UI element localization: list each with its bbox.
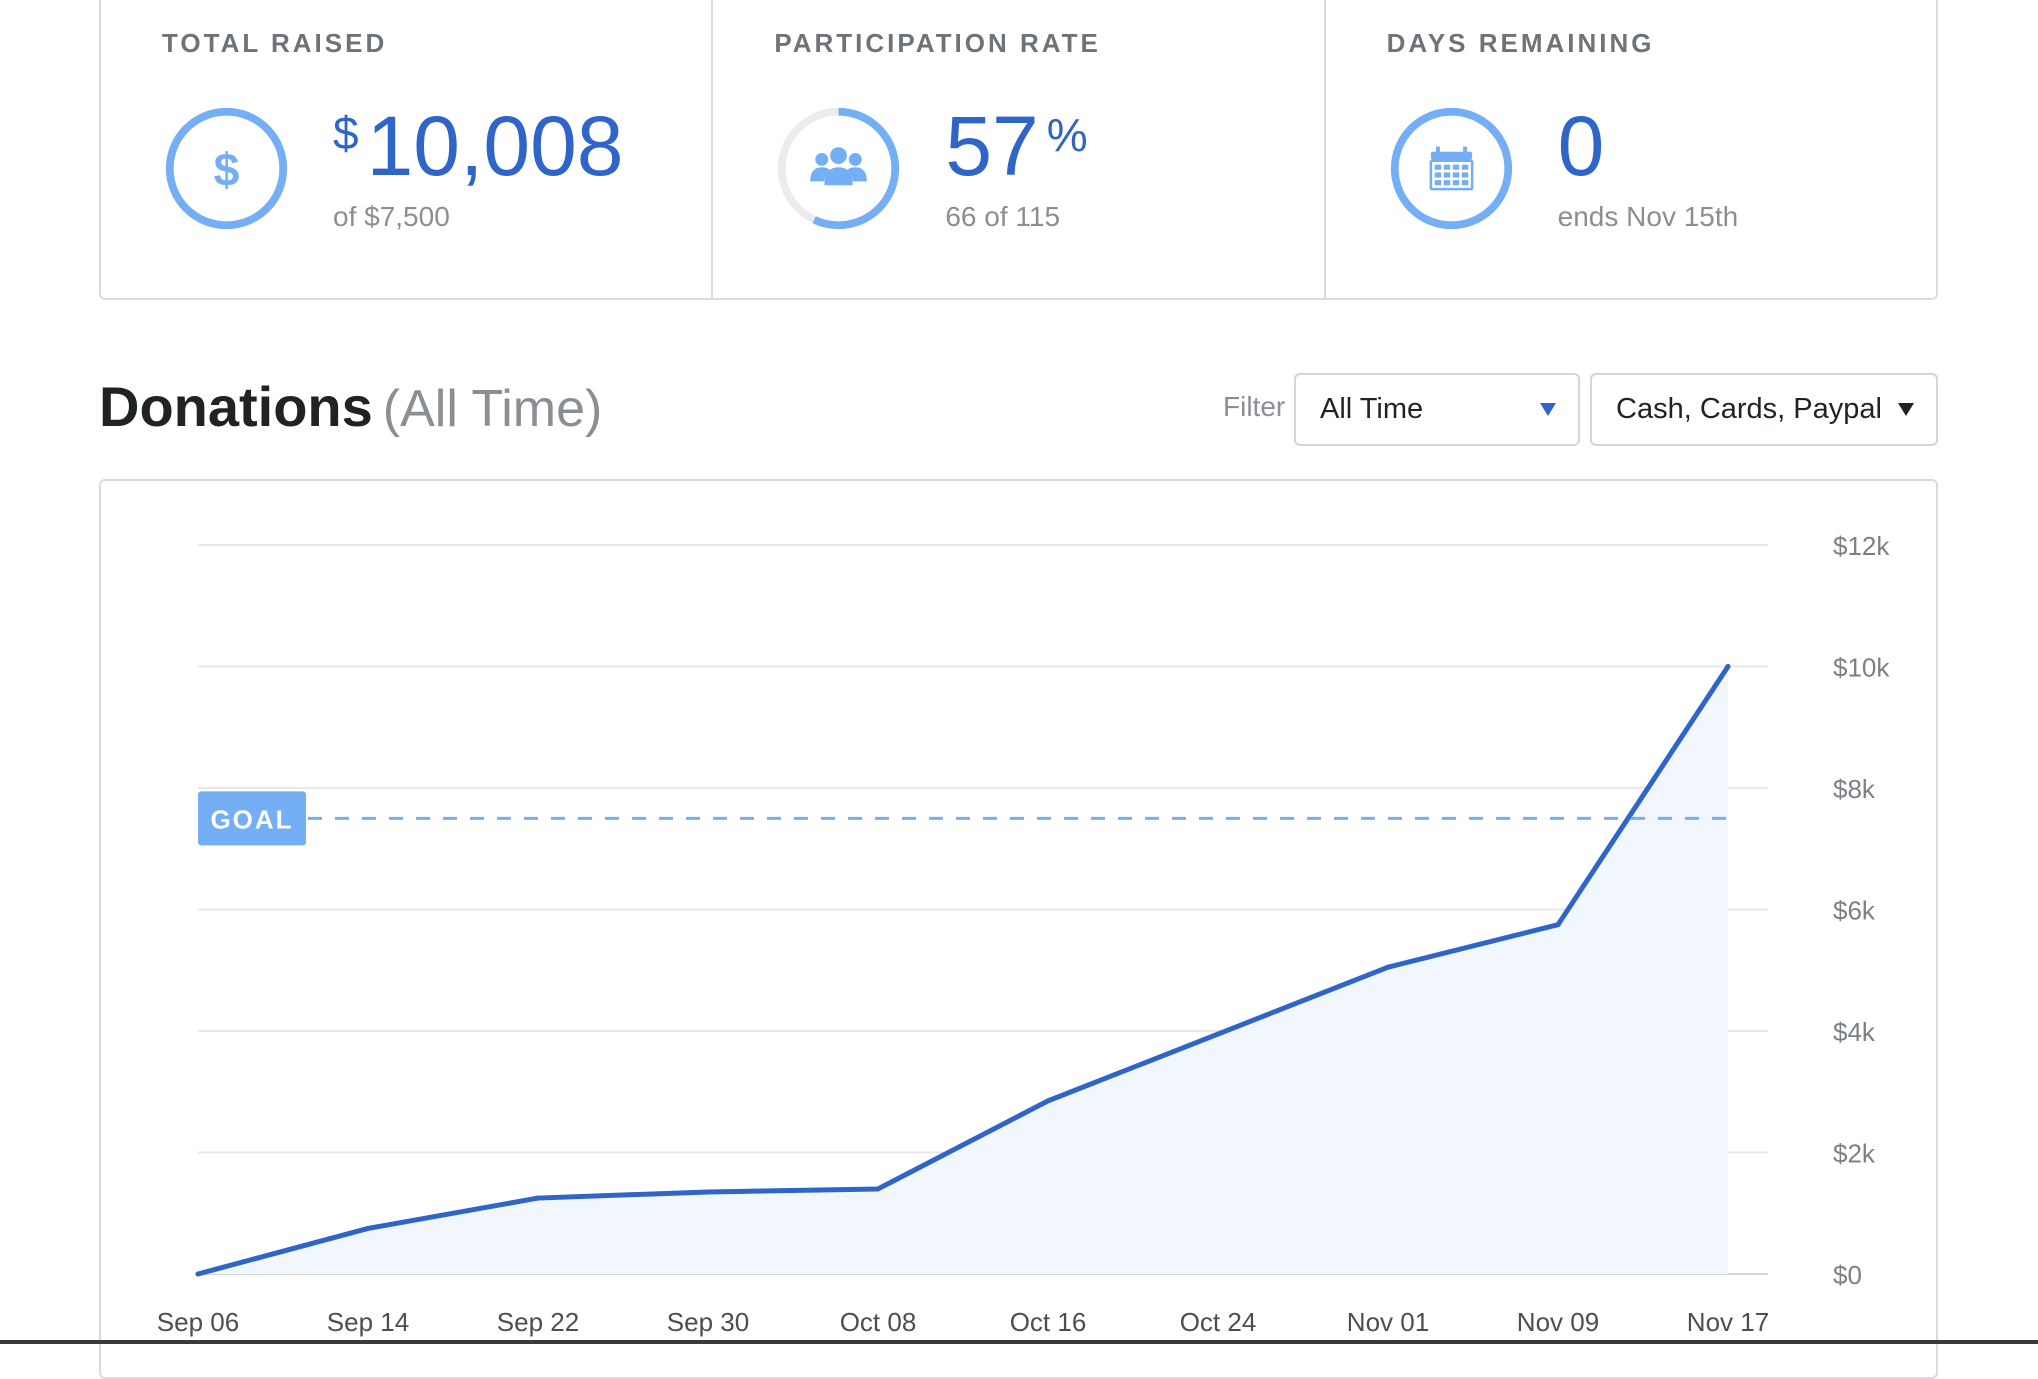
data-point [195, 1271, 201, 1277]
data-point [1725, 664, 1731, 669]
y-tick-label: $12k [1833, 531, 1890, 561]
data-point [1215, 1031, 1221, 1037]
donations-chart: $0 $2k $4k $6k $8k $10k $12k GOAL Sep 06 Sep 14 Se… [157, 531, 1891, 1337]
x-tick-label: Sep 14 [327, 1307, 409, 1337]
data-point [535, 1195, 541, 1201]
y-tick-label: $0 [1833, 1260, 1862, 1290]
bottom-edge [0, 1340, 2038, 1344]
data-point [705, 1189, 711, 1195]
x-tick-label: Oct 16 [1010, 1307, 1087, 1337]
y-tick-label: $8k [1833, 774, 1876, 804]
x-tick-label: Nov 17 [1687, 1307, 1769, 1337]
y-tick-label: $6k [1833, 896, 1876, 926]
data-point [1045, 1098, 1051, 1104]
y-tick-label: $2k [1833, 1139, 1876, 1169]
goal-label: GOAL [210, 804, 293, 834]
x-tick-label: Oct 08 [840, 1307, 917, 1337]
x-tick-label: Sep 30 [667, 1307, 749, 1337]
x-tick-label: Nov 01 [1347, 1307, 1429, 1337]
x-tick-label: Oct 24 [1180, 1307, 1257, 1337]
donations-area [198, 666, 1728, 1274]
data-point [875, 1186, 881, 1192]
y-tick-label: $4k [1833, 1017, 1876, 1047]
y-tick-label: $10k [1833, 653, 1890, 683]
x-tick-label: Sep 06 [157, 1307, 239, 1337]
x-tick-label: Nov 09 [1517, 1307, 1599, 1337]
data-point [1555, 922, 1561, 928]
data-point [365, 1225, 371, 1231]
data-point [1385, 964, 1391, 970]
x-tick-label: Sep 22 [497, 1307, 579, 1337]
